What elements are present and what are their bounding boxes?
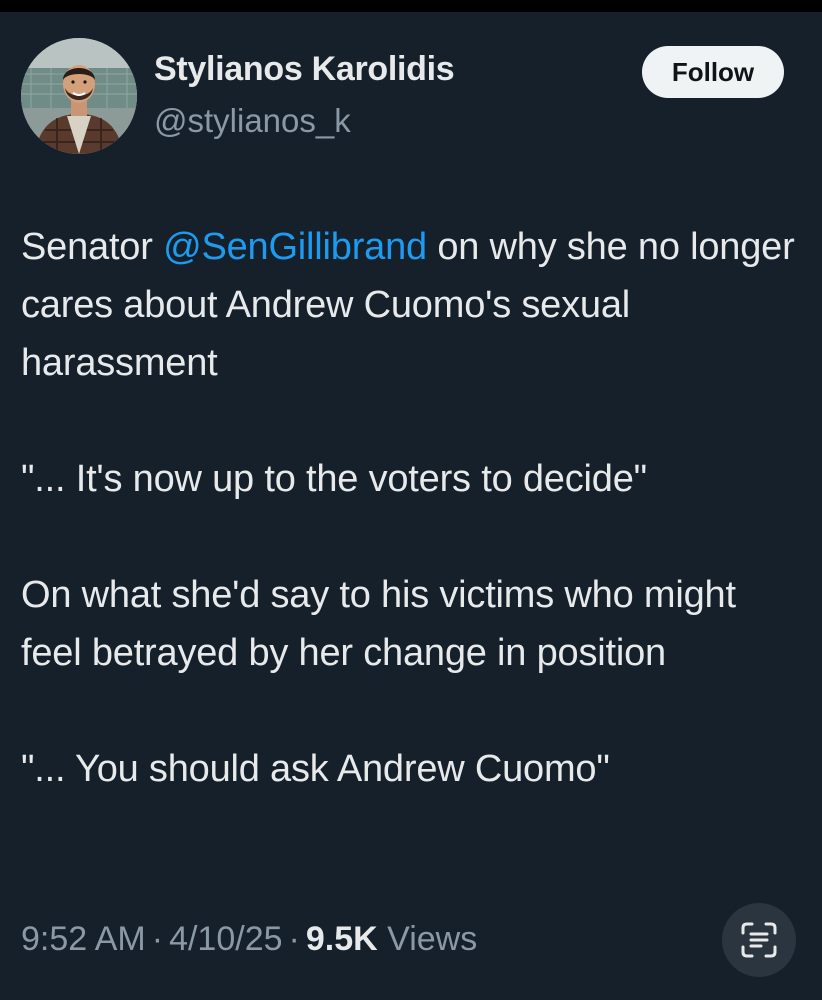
tweet-text: Senator @SenGillibrand on why she no lon… xyxy=(21,218,806,798)
tweet-time[interactable]: 9:52 AM xyxy=(21,920,146,958)
separator-dot: · xyxy=(288,920,300,958)
status-bar-strip xyxy=(0,0,822,12)
tweet-paragraph-4: "... You should ask Andrew Cuomo" xyxy=(21,748,610,790)
tweet-paragraph-1: Senator @SenGillibrand on why she no lon… xyxy=(21,218,806,392)
tweet-metadata: 9:52 AM · 4/10/25 · 9.5K Views xyxy=(21,920,477,959)
tweet-paragraph-2: "... It's now up to the voters to decide… xyxy=(21,458,647,500)
text-scan-button[interactable] xyxy=(722,903,796,977)
mention-link[interactable]: @SenGillibrand xyxy=(163,226,427,268)
avatar[interactable] xyxy=(21,38,137,154)
views-count[interactable]: 9.5K xyxy=(306,920,378,958)
tweet-date[interactable]: 4/10/25 xyxy=(169,920,282,958)
author-display-name[interactable]: Stylianos Karolidis xyxy=(154,50,455,89)
author-handle[interactable]: @stylianos_k xyxy=(154,102,351,140)
views-label[interactable]: Views xyxy=(387,920,477,958)
tweet-paragraph-3: On what she'd say to his victims who mig… xyxy=(21,574,736,674)
follow-button[interactable]: Follow xyxy=(642,46,784,98)
separator-dot: · xyxy=(151,920,164,958)
text-scan-icon xyxy=(741,922,777,958)
profile-photo-icon xyxy=(21,38,137,154)
tweet-text-prefix: Senator xyxy=(21,226,164,268)
